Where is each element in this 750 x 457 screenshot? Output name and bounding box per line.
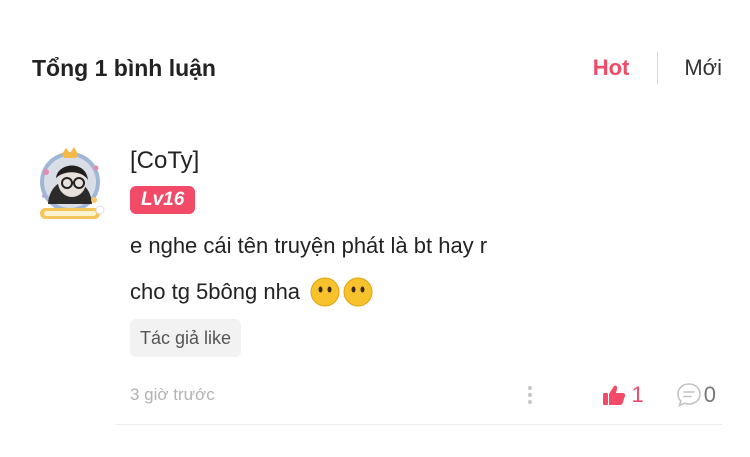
tab-new[interactable]: Mới bbox=[684, 55, 722, 81]
comment-footer: 3 giờ trước 1 0 bbox=[130, 380, 722, 410]
avatar[interactable] bbox=[32, 142, 108, 224]
comment-bubble-icon bbox=[676, 383, 701, 407]
username[interactable]: [CoTy] bbox=[130, 146, 722, 176]
timestamp: 3 giờ trước bbox=[130, 385, 215, 404]
thumbs-up-icon bbox=[602, 385, 625, 405]
comment-actions: 1 0 bbox=[520, 382, 716, 408]
comment-text-line-2: cho tg 5bông nha bbox=[130, 277, 722, 307]
neutral-face-emoji-icon bbox=[343, 277, 373, 307]
comment-body: [CoTy] Lv16 e nghe cái tên truyện phát l… bbox=[130, 142, 722, 407]
like-button[interactable]: 1 bbox=[602, 382, 644, 408]
tab-divider bbox=[657, 52, 659, 84]
sort-tabs: Hot Mới bbox=[593, 52, 722, 84]
author-liked-tag: Tác giả like bbox=[130, 319, 242, 357]
comment-count-title: Tổng 1 bình luận bbox=[32, 54, 216, 81]
like-count: 1 bbox=[631, 382, 644, 407]
comments-header: Tổng 1 bình luận Hot Mới bbox=[32, 44, 722, 92]
comment-text-line-2-text: cho tg 5bông nha bbox=[130, 279, 301, 304]
tab-hot[interactable]: Hot bbox=[593, 55, 630, 81]
level-badge: Lv16 bbox=[130, 186, 196, 214]
reply-count: 0 bbox=[703, 382, 716, 407]
reply-button[interactable]: 0 bbox=[676, 382, 716, 408]
neutral-face-emoji-icon bbox=[310, 277, 340, 307]
comment-divider bbox=[116, 424, 722, 425]
emoji-row bbox=[310, 277, 376, 307]
more-options-icon[interactable] bbox=[520, 383, 540, 407]
comment-text-line-1: e nghe cái tên truyện phát là bt hay r bbox=[130, 233, 488, 258]
